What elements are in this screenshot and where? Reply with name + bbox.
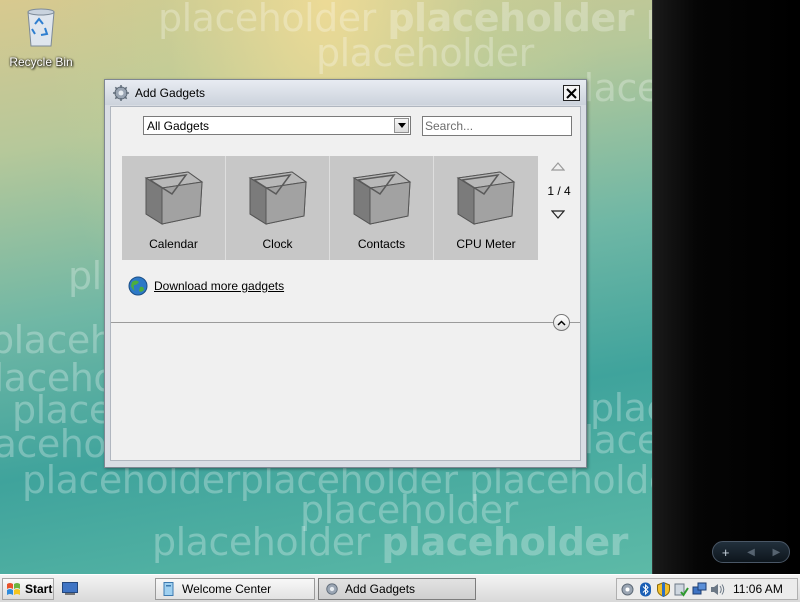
globe-icon	[128, 276, 148, 296]
gadget-tile-contacts[interactable]: Contacts	[330, 156, 434, 260]
chevron-down-icon[interactable]	[394, 118, 409, 133]
sidebar-panel	[652, 0, 800, 574]
wallpaper-watermark: placeholder placeholder	[152, 520, 628, 564]
recycle-bin-label: Recycle Bin	[9, 55, 73, 69]
update-check-icon[interactable]	[674, 582, 689, 597]
sidebar-gear-icon[interactable]	[620, 582, 635, 597]
category-dropdown[interactable]: All Gadgets	[143, 116, 411, 135]
gadget-gallery: Calendar Clock Contacts CPU Meter	[122, 156, 538, 260]
title-bar[interactable]: Add Gadgets	[105, 80, 586, 105]
windows-logo-icon	[7, 582, 20, 595]
page-up-icon[interactable]	[551, 161, 565, 171]
clock[interactable]: 11:06 AM	[733, 582, 783, 596]
gadget-tile-cpu-meter[interactable]: CPU Meter	[434, 156, 538, 260]
gadget-name: CPU Meter	[456, 237, 516, 251]
page-indicator: 1 / 4	[547, 184, 571, 198]
gadget-tile-calendar[interactable]: Calendar	[122, 156, 226, 260]
gadget-name: Contacts	[357, 237, 406, 251]
download-more-gadgets-link[interactable]: Download more gadgets	[154, 279, 284, 293]
details-divider	[111, 322, 580, 323]
task-add-gadgets[interactable]: Add Gadgets	[318, 578, 476, 600]
task-label: Welcome Center	[182, 582, 272, 596]
envelope-box-icon	[248, 171, 308, 225]
close-button[interactable]	[563, 85, 580, 101]
task-label: Add Gadgets	[345, 582, 416, 596]
start-label: Start	[25, 582, 53, 596]
download-more-gadgets: Download more gadgets	[128, 276, 284, 296]
gadget-name: Clock	[262, 237, 293, 251]
wallpaper-watermark: placeholder	[316, 31, 534, 75]
show-details-button[interactable]	[553, 314, 570, 331]
gadget-tile-clock[interactable]: Clock	[226, 156, 330, 260]
envelope-box-icon	[352, 171, 412, 225]
gadget-gear-icon	[326, 583, 338, 595]
next-page-button[interactable]: ▶	[772, 547, 780, 558]
search-input[interactable]	[422, 116, 572, 136]
welcome-center-icon	[163, 582, 174, 596]
security-shield-icon[interactable]	[656, 581, 671, 597]
dialog-content: All Gadgets Calendar	[110, 106, 581, 461]
volume-icon[interactable]	[710, 582, 725, 597]
show-desktop-icon[interactable]	[62, 582, 78, 595]
recycle-bin[interactable]: Recycle Bin	[6, 4, 76, 69]
page-down-icon[interactable]	[551, 210, 565, 220]
sidebar-controls: + ◀ ▶	[712, 541, 790, 563]
start-button[interactable]: Start	[2, 578, 54, 600]
category-dropdown-value: All Gadgets	[147, 118, 210, 133]
gadget-gear-icon	[113, 84, 129, 101]
gadget-name: Calendar	[149, 237, 198, 251]
bluetooth-icon[interactable]	[638, 582, 653, 597]
chevron-up-icon	[557, 319, 566, 326]
recycle-bin-icon	[27, 8, 55, 47]
dialog-title: Add Gadgets	[135, 85, 206, 100]
add-gadget-button[interactable]: +	[722, 545, 730, 560]
add-gadgets-dialog: Add Gadgets All Gadgets Search... Calend…	[104, 79, 587, 468]
envelope-box-icon	[144, 171, 204, 225]
system-tray: 11:06 AM	[616, 578, 798, 600]
envelope-box-icon	[456, 171, 516, 225]
taskbar: Start Welcome Center Add Gadgets 11:06 A…	[0, 574, 800, 602]
task-welcome-center[interactable]: Welcome Center	[155, 578, 315, 600]
close-icon	[566, 87, 577, 99]
previous-page-button[interactable]: ◀	[747, 547, 755, 558]
network-icon[interactable]	[692, 582, 707, 597]
